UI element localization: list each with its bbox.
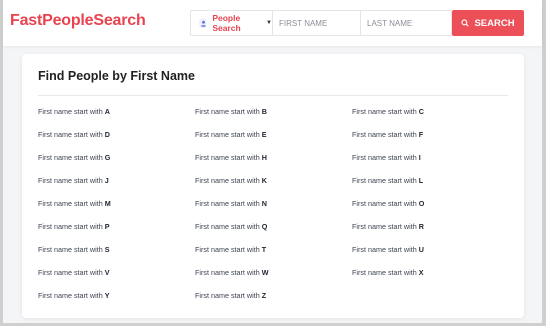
first-name-letter-link[interactable]: First name start with Z — [195, 290, 352, 313]
link-prefix: First name start with — [352, 107, 419, 116]
link-prefix: First name start with — [38, 199, 105, 208]
link-prefix: First name start with — [195, 107, 262, 116]
first-name-letter-link[interactable]: First name start with O — [352, 198, 509, 221]
link-letter: I — [418, 153, 421, 162]
first-name-letter-link[interactable]: First name start with L — [352, 175, 509, 198]
person-icon — [199, 18, 208, 28]
link-prefix: First name start with — [352, 130, 419, 139]
link-letter: L — [418, 176, 424, 185]
first-name-letter-link[interactable]: First name start with V — [38, 267, 195, 290]
search-button-label: SEARCH — [474, 17, 515, 29]
first-name-letter-link[interactable]: First name start with U — [352, 244, 509, 267]
search-icon — [461, 19, 470, 27]
last-name-input[interactable] — [361, 11, 451, 35]
first-name-letter-link[interactable]: First name start with M — [38, 198, 195, 221]
link-letter: C — [418, 107, 424, 116]
link-prefix: First name start with — [38, 130, 105, 139]
link-letter: F — [418, 130, 424, 139]
link-prefix: First name start with — [38, 222, 105, 231]
link-letter: U — [418, 245, 424, 254]
search-bar: People Search ▼ — [190, 10, 452, 36]
first-name-letter-link[interactable]: First name start with R — [352, 221, 509, 244]
link-prefix: First name start with — [352, 176, 419, 185]
first-name-letter-link[interactable]: First name start with B — [195, 106, 352, 129]
card-title: Find People by First Name — [38, 69, 195, 83]
link-prefix: First name start with — [38, 176, 105, 185]
link-prefix: First name start with — [352, 153, 419, 162]
link-letter: G — [104, 153, 111, 162]
link-letter: M — [104, 199, 111, 208]
window-border-right — [542, 0, 546, 326]
first-name-letter-link[interactable]: First name start with F — [352, 129, 509, 152]
first-name-letter-link[interactable]: First name start with K — [195, 175, 352, 198]
link-prefix: First name start with — [352, 245, 419, 254]
first-name-letter-link[interactable]: First name start with S — [38, 244, 195, 267]
divider — [38, 95, 508, 96]
first-name-letter-link[interactable]: First name start with W — [195, 267, 352, 290]
first-name-letter-link[interactable]: First name start with Q — [195, 221, 352, 244]
first-name-letter-link[interactable]: First name start with X — [352, 267, 509, 290]
link-prefix: First name start with — [38, 153, 105, 162]
first-name-input[interactable] — [273, 11, 361, 35]
link-prefix: First name start with — [38, 107, 105, 116]
link-letter: O — [418, 199, 425, 208]
link-letter: Q — [261, 222, 268, 231]
link-letter: R — [418, 222, 424, 231]
link-letter: P — [104, 222, 110, 231]
link-letter: E — [261, 130, 267, 139]
link-prefix: First name start with — [195, 222, 262, 231]
link-letter: W — [261, 268, 269, 277]
search-type-dropdown[interactable]: People Search ▼ — [191, 11, 273, 35]
first-name-letter-link[interactable]: First name start with T — [195, 244, 352, 267]
link-letter: Y — [104, 291, 110, 300]
link-letter: Z — [261, 291, 267, 300]
link-letter: T — [261, 245, 267, 254]
search-type-label: People Search — [212, 13, 241, 33]
first-name-directory-card: Find People by First Name First name sta… — [22, 54, 524, 318]
site-logo[interactable]: FastPeopleSearch — [10, 12, 146, 30]
first-name-letter-link[interactable]: First name start with I — [352, 152, 509, 175]
search-button[interactable]: SEARCH — [452, 10, 524, 36]
link-letter: B — [261, 107, 267, 116]
letter-link-grid: First name start with A First name start … — [38, 106, 518, 313]
first-name-letter-link[interactable]: First name start with J — [38, 175, 195, 198]
link-letter: K — [261, 176, 267, 185]
first-name-letter-link[interactable]: First name start with E — [195, 129, 352, 152]
link-prefix: First name start with — [195, 245, 262, 254]
link-prefix: First name start with — [195, 268, 262, 277]
link-prefix: First name start with — [195, 291, 262, 300]
link-prefix: First name start with — [38, 245, 105, 254]
first-name-letter-link[interactable]: First name start with D — [38, 129, 195, 152]
link-prefix: First name start with — [352, 199, 419, 208]
link-letter: A — [104, 107, 110, 116]
first-name-letter-link[interactable]: First name start with A — [38, 106, 195, 129]
link-prefix: First name start with — [195, 199, 262, 208]
link-prefix: First name start with — [352, 222, 419, 231]
first-name-letter-link[interactable]: First name start with Y — [38, 290, 195, 313]
link-letter: J — [104, 176, 109, 185]
caret-down-icon: ▼ — [266, 20, 272, 26]
link-prefix: First name start with — [195, 176, 262, 185]
top-header: FastPeopleSearch People Search ▼ SEARCH — [3, 0, 542, 46]
link-prefix: First name start with — [195, 130, 262, 139]
link-letter: H — [261, 153, 267, 162]
window-border-left — [0, 0, 3, 326]
link-letter: V — [104, 268, 110, 277]
first-name-letter-link[interactable]: First name start with C — [352, 106, 509, 129]
link-letter: X — [418, 268, 424, 277]
link-prefix: First name start with — [38, 291, 105, 300]
link-prefix: First name start with — [352, 268, 419, 277]
link-prefix: First name start with — [38, 268, 105, 277]
link-prefix: First name start with — [195, 153, 262, 162]
link-letter: D — [104, 130, 110, 139]
first-name-letter-link[interactable]: First name start with P — [38, 221, 195, 244]
first-name-letter-link[interactable]: First name start with G — [38, 152, 195, 175]
link-letter: S — [104, 245, 110, 254]
link-letter: N — [261, 199, 267, 208]
first-name-letter-link[interactable]: First name start with H — [195, 152, 352, 175]
first-name-letter-link[interactable]: First name start with N — [195, 198, 352, 221]
